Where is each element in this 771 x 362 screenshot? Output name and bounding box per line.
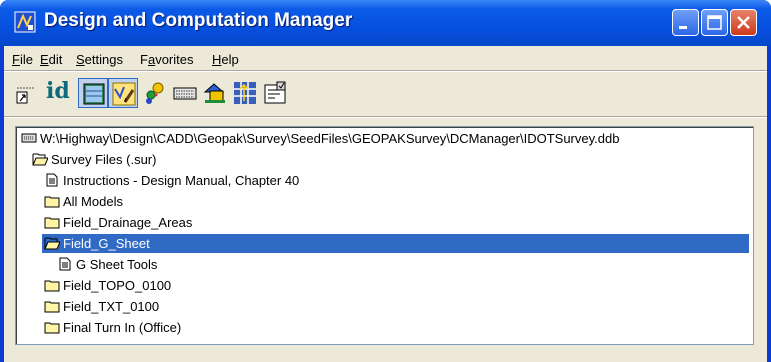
tree-item-label: All Models xyxy=(63,194,123,209)
design-mode-button[interactable] xyxy=(108,78,138,108)
window-title: Design and Computation Manager xyxy=(44,10,353,31)
menu-help[interactable]: Help xyxy=(212,52,239,67)
tree-item-label: Field_Drainage_Areas xyxy=(63,215,193,230)
toolbar-separator xyxy=(4,116,767,118)
minimize-button[interactable] xyxy=(672,9,699,36)
pointer-tool-button[interactable] xyxy=(12,78,42,108)
settings-tool-button[interactable] xyxy=(260,78,290,108)
keyboard-icon xyxy=(173,87,197,100)
tree-item[interactable]: G Sheet Tools xyxy=(55,255,753,274)
tree-item[interactable]: Final Turn In (Office) xyxy=(42,318,742,337)
tree-view[interactable]: W:\Highway\Design\CADD\Geopak\Survey\See… xyxy=(15,126,754,345)
tree-item-label: W:\Highway\Design\CADD\Geopak\Survey\See… xyxy=(40,131,620,146)
grid-tool-button[interactable] xyxy=(230,78,260,108)
menu-file[interactable]: File xyxy=(12,52,33,67)
folder-icon xyxy=(44,322,60,334)
settings-icon xyxy=(264,81,286,104)
maximize-button[interactable] xyxy=(701,9,728,36)
app-window: Design and Computation Manager File Edit… xyxy=(0,0,771,362)
window-client-area: File Edit Settings Favorites Help id W:\… xyxy=(4,46,767,362)
tree-item-label: Field_TOPO_0100 xyxy=(63,278,172,293)
open-folder-icon xyxy=(32,153,48,166)
tree-item-label: Final Turn In (Office) xyxy=(63,320,182,335)
palette-tool-button[interactable] xyxy=(140,78,170,108)
toolbar: id xyxy=(4,72,767,114)
keyboard-tool-button[interactable] xyxy=(170,78,200,108)
maximize-icon xyxy=(707,15,722,30)
document-icon xyxy=(59,257,71,271)
tree-item[interactable]: W:\Highway\Design\CADD\Geopak\Survey\See… xyxy=(19,129,719,148)
folder-icon xyxy=(44,217,60,229)
title-bar[interactable]: Design and Computation Manager xyxy=(0,0,771,46)
design-mode-icon xyxy=(112,82,136,106)
tree-item-label: Field_TXT_0100 xyxy=(63,299,160,314)
tree-item-label: Instructions - Design Manual, Chapter 40 xyxy=(63,173,300,188)
menu-edit[interactable]: Edit xyxy=(40,52,62,67)
database-icon xyxy=(21,133,37,143)
tree-item[interactable]: Instructions - Design Manual, Chapter 40 xyxy=(42,171,742,190)
tree-item-label: Field_G_Sheet xyxy=(63,236,150,251)
dialog-icon xyxy=(83,83,105,105)
shapes-tool-button[interactable] xyxy=(200,78,230,108)
tree-item[interactable]: Field_TXT_0100 xyxy=(42,297,742,316)
grid-icon xyxy=(234,82,256,104)
menu-bar: File Edit Settings Favorites Help xyxy=(4,46,767,70)
folder-icon xyxy=(44,196,60,208)
close-button[interactable] xyxy=(730,9,757,36)
app-icon xyxy=(14,11,36,33)
open-folder-icon xyxy=(44,237,60,250)
folder-icon xyxy=(44,280,60,292)
tree-item-label: G Sheet Tools xyxy=(76,257,158,272)
tree-item[interactable]: Field_TOPO_0100 xyxy=(42,276,742,295)
palette-icon xyxy=(146,82,164,104)
tree-item[interactable]: Survey Files (.sur) xyxy=(30,150,730,169)
id-icon: id xyxy=(46,78,70,104)
dialog-view-button[interactable] xyxy=(78,78,108,108)
pointer-icon xyxy=(16,87,35,104)
tree-item[interactable]: Field_G_Sheet xyxy=(42,234,749,253)
folder-icon xyxy=(44,301,60,313)
minimize-icon xyxy=(679,26,687,29)
identify-tool-button[interactable]: id xyxy=(42,78,72,108)
close-icon xyxy=(737,16,750,29)
tree-item[interactable]: All Models xyxy=(42,192,742,211)
shapes-icon xyxy=(203,83,225,103)
menu-favorites[interactable]: Favorites xyxy=(140,52,193,67)
tree-item-label: Survey Files (.sur) xyxy=(51,152,157,167)
tree-item[interactable]: Field_Drainage_Areas xyxy=(42,213,742,232)
document-icon xyxy=(46,173,58,187)
menu-settings[interactable]: Settings xyxy=(76,52,123,67)
